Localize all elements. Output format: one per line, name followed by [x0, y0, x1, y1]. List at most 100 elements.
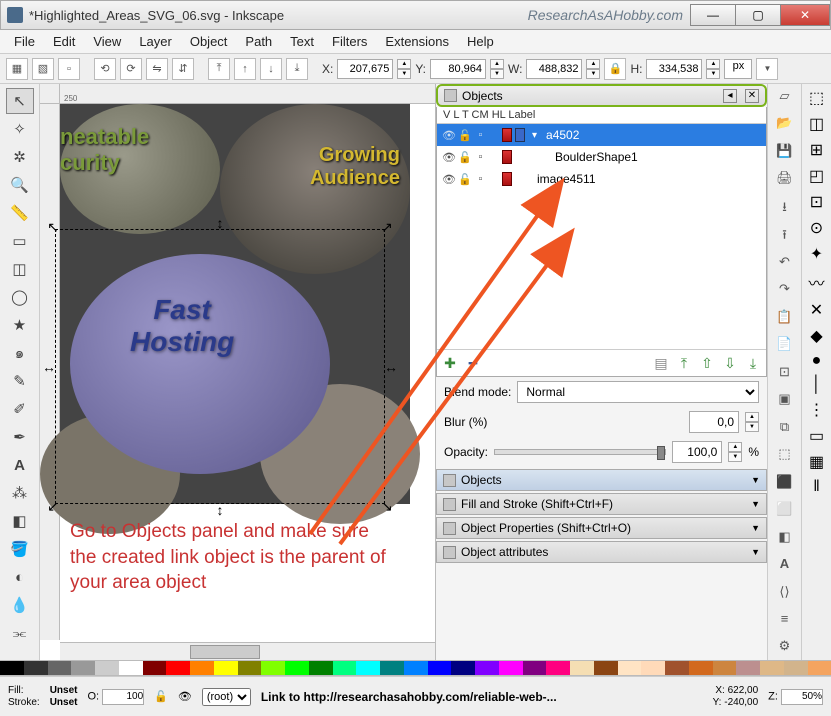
- remove-layer-button[interactable]: ━: [464, 354, 482, 372]
- opacity-input[interactable]: [672, 441, 722, 463]
- lock-icon[interactable]: 🔓: [458, 173, 471, 186]
- snap-bbox[interactable]: ◫: [809, 114, 824, 134]
- swatch[interactable]: [618, 661, 642, 675]
- layer-visibility-icon[interactable]: 👁: [178, 690, 192, 703]
- swatch[interactable]: [475, 661, 499, 675]
- blend-mode-select[interactable]: Normal: [517, 381, 759, 403]
- selection-bbox[interactable]: ↖ ↕ ↗ ↔ ↔ ↙ ↕ ↘: [55, 229, 385, 504]
- close-button[interactable]: ✕: [780, 4, 830, 26]
- w-input[interactable]: [526, 59, 582, 79]
- resize-handle-ne[interactable]: ↗: [380, 220, 394, 234]
- swatch[interactable]: [594, 661, 618, 675]
- export-button[interactable]: ⭱: [774, 226, 796, 248]
- zoom-fit-button[interactable]: ⊡: [774, 364, 796, 385]
- menu-layer[interactable]: Layer: [131, 32, 180, 51]
- resize-handle-nw[interactable]: ↖: [46, 220, 60, 234]
- menu-help[interactable]: Help: [459, 32, 502, 51]
- object-row-a4502[interactable]: 👁 🔓 ▫ ▾ a4502: [437, 124, 766, 146]
- rotate-cw-button[interactable]: ⟳: [120, 58, 142, 80]
- swatch[interactable]: [333, 661, 357, 675]
- opacity-spinner[interactable]: ▲▼: [728, 442, 742, 462]
- snap-line[interactable]: │: [812, 376, 822, 394]
- zoom-input[interactable]: [781, 689, 823, 705]
- snap-center[interactable]: ⊙: [810, 218, 823, 238]
- swatch[interactable]: [689, 661, 713, 675]
- resize-handle-sw[interactable]: ↙: [46, 499, 60, 513]
- panel-iconify-button[interactable]: ◂: [723, 89, 737, 103]
- canvas-area[interactable]: 250 neatable curity Growing Audience Fas…: [40, 84, 435, 660]
- undo-button[interactable]: ↶: [774, 254, 796, 275]
- select-all-layers-button[interactable]: ▧: [32, 58, 54, 80]
- colormark-icon[interactable]: [502, 150, 512, 164]
- ungroup-button[interactable]: ⬜: [774, 501, 796, 522]
- snap-smooth[interactable]: ●: [812, 352, 822, 370]
- x-input[interactable]: [337, 59, 393, 79]
- swatch[interactable]: [214, 661, 238, 675]
- x-spinner[interactable]: ▲▼: [397, 59, 411, 79]
- fill-value[interactable]: Unset: [50, 685, 78, 696]
- flip-v-button[interactable]: ⇵: [172, 58, 194, 80]
- h-spinner[interactable]: ▲▼: [706, 59, 720, 79]
- flip-h-button[interactable]: ⇋: [146, 58, 168, 80]
- swatch[interactable]: [119, 661, 143, 675]
- move-down-button[interactable]: ⇩: [721, 354, 739, 372]
- object-label[interactable]: BoulderShape1: [555, 150, 638, 164]
- snap-node[interactable]: ✦: [810, 244, 823, 264]
- star-tool[interactable]: ★: [6, 312, 34, 338]
- pencil-tool[interactable]: ✎: [6, 368, 34, 394]
- swatch[interactable]: [499, 661, 523, 675]
- raise-top-button[interactable]: ⤒: [208, 58, 230, 80]
- snap-edge[interactable]: ⊞: [810, 140, 823, 160]
- measure-tool[interactable]: 📏: [6, 200, 34, 226]
- xml-button[interactable]: ⟨⟩: [774, 584, 796, 605]
- group-button[interactable]: ⬛: [774, 474, 796, 495]
- zoom-tool[interactable]: 🔍: [6, 172, 34, 198]
- object-label[interactable]: a4502: [546, 128, 579, 142]
- h-input[interactable]: [646, 59, 702, 79]
- resize-handle-e[interactable]: ↔: [384, 360, 398, 374]
- objects-panel-header[interactable]: Objects ◂ ✕: [436, 84, 767, 107]
- gradient-tool[interactable]: ◐: [6, 564, 34, 590]
- save-button[interactable]: 💾: [774, 143, 796, 164]
- minimize-button[interactable]: —: [690, 4, 736, 26]
- stroke-value[interactable]: Unset: [50, 697, 78, 708]
- swatch[interactable]: [404, 661, 428, 675]
- w-spinner[interactable]: ▲▼: [586, 59, 600, 79]
- swatch[interactable]: [143, 661, 167, 675]
- menu-path[interactable]: Path: [237, 32, 280, 51]
- redo-button[interactable]: ↷: [774, 281, 796, 302]
- lower-button[interactable]: ↓: [260, 58, 282, 80]
- menu-text[interactable]: Text: [282, 32, 322, 51]
- visibility-icon[interactable]: 👁: [442, 151, 455, 164]
- text-button[interactable]: A: [774, 556, 796, 577]
- copy-button[interactable]: 📋: [774, 309, 796, 330]
- unit-select[interactable]: px: [724, 59, 752, 79]
- menu-object[interactable]: Object: [182, 32, 236, 51]
- opacity-status-input[interactable]: [102, 689, 144, 705]
- swatch[interactable]: [570, 661, 594, 675]
- dock-fill-stroke[interactable]: Fill and Stroke (Shift+Ctrl+F)▼: [436, 493, 767, 515]
- print-button[interactable]: 🖨: [774, 170, 796, 191]
- calligraphy-tool[interactable]: ✒: [6, 424, 34, 450]
- swatch[interactable]: [285, 661, 309, 675]
- snap-intersect[interactable]: ✕: [810, 300, 823, 320]
- swatch[interactable]: [71, 661, 95, 675]
- panel-close-button[interactable]: ✕: [745, 89, 759, 103]
- zoom-page-button[interactable]: ▣: [774, 391, 796, 412]
- horizontal-scrollbar[interactable]: [60, 642, 435, 660]
- swatch[interactable]: [784, 661, 808, 675]
- dock-objects[interactable]: Objects▼: [436, 469, 767, 491]
- snap-midpoint[interactable]: ⊡: [810, 192, 823, 212]
- dropper-tool[interactable]: 💧: [6, 592, 34, 618]
- swatch[interactable]: [261, 661, 285, 675]
- menu-filters[interactable]: Filters: [324, 32, 375, 51]
- selector-tool[interactable]: ↖: [6, 88, 34, 114]
- 3dbox-tool[interactable]: ◫: [6, 256, 34, 282]
- tweak-tool[interactable]: ✲: [6, 144, 34, 170]
- swatch[interactable]: [713, 661, 737, 675]
- move-up-button[interactable]: ⇧: [698, 354, 716, 372]
- unit-dropdown-icon[interactable]: ▼: [756, 58, 778, 80]
- resize-handle-se[interactable]: ↘: [380, 499, 394, 513]
- menu-extensions[interactable]: Extensions: [377, 32, 457, 51]
- swatch[interactable]: [48, 661, 72, 675]
